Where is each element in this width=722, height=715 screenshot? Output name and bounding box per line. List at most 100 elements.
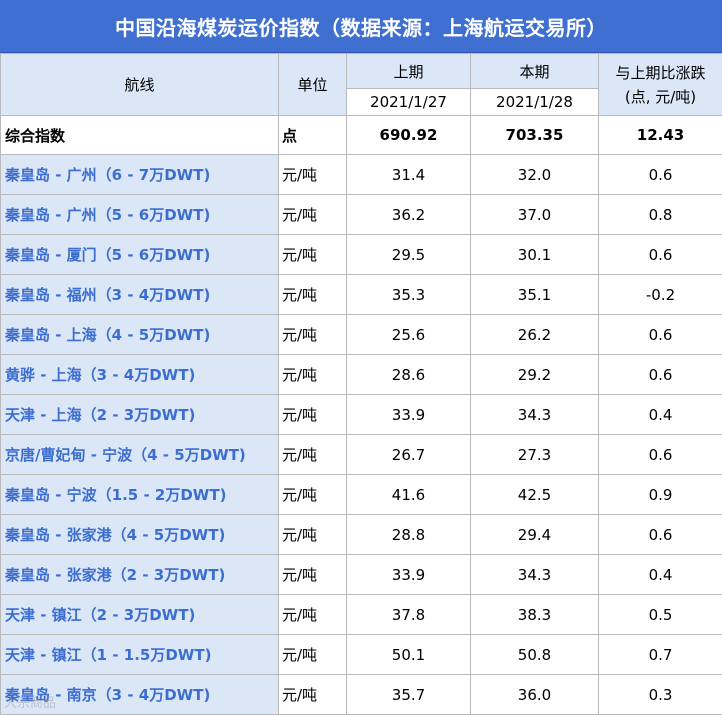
table-row: 秦皇岛 - 广州（5 - 6万DWT)元/吨36.237.00.8	[1, 195, 722, 235]
change-cell: 0.6	[599, 315, 722, 355]
cur-cell: 32.0	[471, 155, 599, 195]
coal-freight-index-table: 中国沿海煤炭运价指数（数据来源：上海航运交易所） 航线 单位 上期 本期 与上期…	[0, 0, 722, 713]
route-cell: 秦皇岛 - 张家港（4 - 5万DWT)	[1, 515, 279, 555]
prev-cell: 50.1	[347, 635, 471, 675]
route-cell: 秦皇岛 - 张家港（2 - 3万DWT)	[1, 555, 279, 595]
table-row: 秦皇岛 - 广州（6 - 7万DWT)元/吨31.432.00.6	[1, 155, 722, 195]
header-cur-date: 2021/1/28	[471, 89, 599, 116]
prev-cell: 31.4	[347, 155, 471, 195]
change-cell: 0.7	[599, 635, 722, 675]
cur-cell: 37.0	[471, 195, 599, 235]
header-change: 与上期比涨跌 (点, 元/吨)	[599, 54, 722, 116]
header-prev-date: 2021/1/27	[347, 89, 471, 116]
summary-row: 综合指数 点 690.92 703.35 12.43	[1, 116, 722, 155]
summary-cur: 703.35	[471, 116, 599, 155]
header-route: 航线	[1, 54, 279, 116]
route-cell: 秦皇岛 - 广州（5 - 6万DWT)	[1, 195, 279, 235]
prev-cell: 33.9	[347, 555, 471, 595]
prev-cell: 25.6	[347, 315, 471, 355]
cur-cell: 38.3	[471, 595, 599, 635]
route-cell: 天津 - 上海（2 - 3万DWT)	[1, 395, 279, 435]
prev-cell: 29.5	[347, 235, 471, 275]
table-row: 秦皇岛 - 宁波（1.5 - 2万DWT)元/吨41.642.50.9	[1, 475, 722, 515]
prev-cell: 28.8	[347, 515, 471, 555]
unit-cell: 元/吨	[279, 275, 347, 315]
route-cell: 秦皇岛 - 宁波（1.5 - 2万DWT)	[1, 475, 279, 515]
header-change-label: 与上期比涨跌	[599, 61, 722, 85]
prev-cell: 33.9	[347, 395, 471, 435]
cur-cell: 42.5	[471, 475, 599, 515]
prev-cell: 35.7	[347, 675, 471, 715]
summary-change: 12.43	[599, 116, 722, 155]
header-change-unit: (点, 元/吨)	[599, 85, 722, 109]
change-cell: 0.4	[599, 555, 722, 595]
header-unit: 单位	[279, 54, 347, 116]
cur-cell: 29.4	[471, 515, 599, 555]
cur-cell: 36.0	[471, 675, 599, 715]
cur-cell: 35.1	[471, 275, 599, 315]
change-cell: 0.6	[599, 515, 722, 555]
table-row: 京唐/曹妃甸 - 宁波（4 - 5万DWT)元/吨26.727.30.6	[1, 435, 722, 475]
cur-cell: 34.3	[471, 555, 599, 595]
data-table: 航线 单位 上期 本期 与上期比涨跌 (点, 元/吨) 2021/1/27 20…	[0, 53, 722, 715]
prev-cell: 41.6	[347, 475, 471, 515]
table-row: 秦皇岛 - 上海（4 - 5万DWT)元/吨25.626.20.6	[1, 315, 722, 355]
table-row: 天津 - 上海（2 - 3万DWT)元/吨33.934.30.4	[1, 395, 722, 435]
table-row: 秦皇岛 - 南京（3 - 4万DWT)元/吨35.736.00.3	[1, 675, 722, 715]
prev-cell: 26.7	[347, 435, 471, 475]
route-cell: 天津 - 镇江（2 - 3万DWT)	[1, 595, 279, 635]
table-row: 秦皇岛 - 张家港（2 - 3万DWT)元/吨33.934.30.4	[1, 555, 722, 595]
header-prev: 上期	[347, 54, 471, 89]
change-cell: 0.9	[599, 475, 722, 515]
unit-cell: 元/吨	[279, 515, 347, 555]
change-cell: 0.6	[599, 355, 722, 395]
table-row: 天津 - 镇江（1 - 1.5万DWT)元/吨50.150.80.7	[1, 635, 722, 675]
table-row: 黄骅 - 上海（3 - 4万DWT)元/吨28.629.20.6	[1, 355, 722, 395]
change-cell: 0.3	[599, 675, 722, 715]
route-cell: 秦皇岛 - 厦门（5 - 6万DWT)	[1, 235, 279, 275]
cur-cell: 26.2	[471, 315, 599, 355]
cur-cell: 50.8	[471, 635, 599, 675]
cur-cell: 29.2	[471, 355, 599, 395]
route-cell: 秦皇岛 - 上海（4 - 5万DWT)	[1, 315, 279, 355]
unit-cell: 元/吨	[279, 355, 347, 395]
change-cell: 0.8	[599, 195, 722, 235]
table-row: 秦皇岛 - 张家港（4 - 5万DWT)元/吨28.829.40.6	[1, 515, 722, 555]
summary-unit: 点	[279, 116, 347, 155]
table-row: 秦皇岛 - 厦门（5 - 6万DWT)元/吨29.530.10.6	[1, 235, 722, 275]
change-cell: 0.6	[599, 235, 722, 275]
route-cell: 京唐/曹妃甸 - 宁波（4 - 5万DWT)	[1, 435, 279, 475]
unit-cell: 元/吨	[279, 675, 347, 715]
prev-cell: 36.2	[347, 195, 471, 235]
unit-cell: 元/吨	[279, 475, 347, 515]
change-cell: 0.6	[599, 435, 722, 475]
route-cell: 天津 - 镇江（1 - 1.5万DWT)	[1, 635, 279, 675]
unit-cell: 元/吨	[279, 435, 347, 475]
unit-cell: 元/吨	[279, 155, 347, 195]
summary-route: 综合指数	[1, 116, 279, 155]
unit-cell: 元/吨	[279, 235, 347, 275]
route-cell: 秦皇岛 - 广州（6 - 7万DWT)	[1, 155, 279, 195]
prev-cell: 35.3	[347, 275, 471, 315]
page-title: 中国沿海煤炭运价指数（数据来源：上海航运交易所）	[0, 0, 722, 53]
prev-cell: 28.6	[347, 355, 471, 395]
table-row: 秦皇岛 - 福州（3 - 4万DWT)元/吨35.335.1-0.2	[1, 275, 722, 315]
header-row: 航线 单位 上期 本期 与上期比涨跌 (点, 元/吨)	[1, 54, 722, 89]
change-cell: 0.4	[599, 395, 722, 435]
route-cell: 秦皇岛 - 福州（3 - 4万DWT)	[1, 275, 279, 315]
unit-cell: 元/吨	[279, 395, 347, 435]
table-row: 天津 - 镇江（2 - 3万DWT)元/吨37.838.30.5	[1, 595, 722, 635]
unit-cell: 元/吨	[279, 195, 347, 235]
change-cell: -0.2	[599, 275, 722, 315]
cur-cell: 30.1	[471, 235, 599, 275]
prev-cell: 37.8	[347, 595, 471, 635]
cur-cell: 34.3	[471, 395, 599, 435]
unit-cell: 元/吨	[279, 635, 347, 675]
summary-prev: 690.92	[347, 116, 471, 155]
cur-cell: 27.3	[471, 435, 599, 475]
unit-cell: 元/吨	[279, 315, 347, 355]
unit-cell: 元/吨	[279, 555, 347, 595]
unit-cell: 元/吨	[279, 595, 347, 635]
change-cell: 0.5	[599, 595, 722, 635]
change-cell: 0.6	[599, 155, 722, 195]
